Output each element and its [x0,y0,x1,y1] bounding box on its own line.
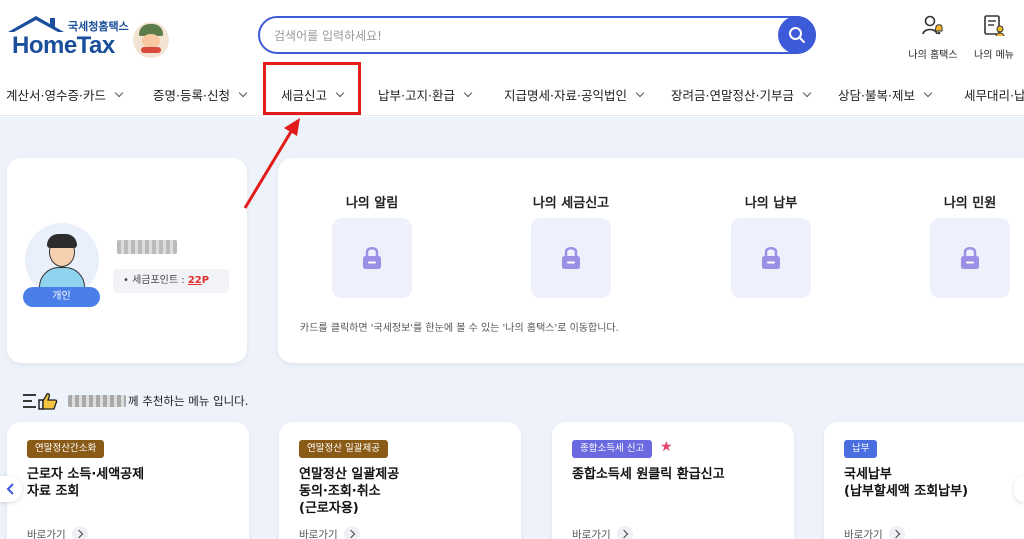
nav-item-label: 납부·고지·환급 [378,87,455,103]
nav-item-label: 증명·등록·신청 [153,87,230,103]
points-label: 세금포인트 : [132,275,188,286]
nav-item-label: 장려금·연말정산·기부금 [671,87,794,103]
card-title: 종합소득세 원클릭 환급신고 [572,467,725,482]
status-tile[interactable] [332,218,412,298]
nav-item-consult-appeal[interactable]: 상담·불복·제보 [838,80,933,108]
card-title: 근로자 소득·세액공제 자료 조회 [27,467,145,499]
card-tag: 종합소득세 신고 [572,440,653,458]
status-tile[interactable] [531,218,611,298]
menu-card-yearend-simplified[interactable]: 연말정산간소화 근로자 소득·세액공제 자료 조회 바로가기 [7,422,249,539]
chevron-down-icon [114,88,124,97]
lock-icon [961,247,979,269]
nav-item-tax-agent[interactable]: 세무대리·납세 [964,80,1024,108]
search-input[interactable] [274,26,754,46]
user-name-blurred [68,395,126,407]
card-tag: 연말정산간소화 [27,440,105,458]
nav-item-label: 계산서·영수증·카드 [6,87,106,103]
nav-item-label: 지급명세·자료·공익법인 [504,87,627,103]
nav-item-invoice-receipt-card[interactable]: 계산서·영수증·카드 [6,80,124,108]
status-my-alerts[interactable]: 나의 알림 [312,158,432,298]
go-label: 바로가기 [572,528,611,539]
my-menu-label: 나의 메뉴 [974,50,1014,61]
highlight-box [263,62,361,115]
status-my-payment[interactable]: 나의 납부 [711,158,831,298]
tax-points[interactable]: • 세금포인트 : 22P [113,269,229,293]
card-tag: 연말정산 일괄제공 [299,440,388,458]
my-hometax-button[interactable]: 나의 홈택스 [903,14,963,61]
points-value: 22 [187,275,202,286]
card-title: 국세납부 (납부할세액 조회납부) [844,467,969,499]
status-title: 나의 납부 [744,196,798,211]
nav-item-label: 세무대리·납세 [964,87,1024,103]
go-link[interactable]: 바로가기 [572,526,633,539]
status-tile[interactable] [930,218,1010,298]
chevron-down-icon [802,88,812,97]
chevron-left-icon [6,483,14,495]
nav-item-payment-statement[interactable]: 지급명세·자료·공익법인 [504,80,645,108]
chevron-right-icon [888,526,905,539]
status-title: 나의 세금신고 [532,196,610,211]
card-title: 연말정산 일괄제공 동의·조회·취소 (근로자용) [299,467,400,516]
recommend-heading-text: 께 추천하는 메뉴 입니다. [128,394,249,408]
menu-card-yearend-bulk[interactable]: 연말정산 일괄제공 연말정산 일괄제공 동의·조회·취소 (근로자용) 바로가기 [279,422,521,539]
nav-item-certificate-registration[interactable]: 증명·등록·신청 [153,80,248,108]
my-hometax-label: 나의 홈택스 [908,50,958,61]
nav-item-payment-refund[interactable]: 납부·고지·환급 [378,80,473,108]
nav-item-label: 상담·불복·제보 [838,87,915,103]
status-note: 카드를 클릭하면 '국세정보'를 한눈에 볼 수 있는 '나의 홈택스'로 이동… [300,323,619,334]
star-icon: ★ [660,439,673,455]
lock-icon [562,247,580,269]
bullet-icon: • [123,275,133,286]
chevron-down-icon [923,88,933,97]
profile-card: 개인 • 세금포인트 : 22P [7,158,247,363]
chevron-right-icon [71,526,88,539]
go-label: 바로가기 [27,528,66,539]
user-name-blurred [117,240,177,254]
lock-icon [363,247,381,269]
go-link[interactable]: 바로가기 [27,526,88,539]
mascot-icon [133,22,169,58]
my-status-card: 나의 알림 나의 세금신고 나의 납부 나의 민원 카드를 클릭하면 '국세정보… [278,158,1024,363]
menu-card-national-tax-payment[interactable]: 납부 국세납부 (납부할세액 조회납부) 바로가기 [824,422,1024,539]
carousel-prev-button[interactable] [0,476,22,502]
status-tile[interactable] [731,218,811,298]
status-my-tax-filing[interactable]: 나의 세금신고 [511,158,631,298]
menu-card-income-tax-refund[interactable]: 종합소득세 신고 ★ 종합소득세 원클릭 환급신고 바로가기 [552,422,794,539]
user-type-badge: 개인 [23,287,100,307]
chevron-down-icon [635,88,645,97]
chevron-down-icon [238,88,248,97]
header: 국세청홈택스 HomeTax 나의 홈택스 [0,0,1024,72]
go-link[interactable]: 바로가기 [299,526,360,539]
user-bell-icon [922,15,943,35]
status-my-civil[interactable]: 나의 민원 [910,158,1024,298]
points-unit: P [201,275,210,286]
search-button[interactable] [778,16,816,54]
main-navigation: 계산서·영수증·카드 증명·등록·신청 세금신고 납부·고지·환급 지급명세·자… [0,72,1024,116]
recommend-heading: 께 추천하는 메뉴 입니다. [22,391,248,411]
carousel-next-button[interactable] [1014,476,1024,502]
go-label: 바로가기 [299,528,338,539]
my-menu-button[interactable]: 나의 메뉴 [964,14,1024,61]
go-link[interactable]: 바로가기 [844,526,905,539]
chevron-down-icon [463,88,473,97]
thumbs-up-list-icon [23,393,58,410]
status-title: 나의 민원 [943,196,997,211]
menu-doc-icon [984,15,1005,37]
nav-item-incentive-yearend[interactable]: 장려금·연말정산·기부금 [671,80,812,108]
card-tag: 납부 [844,440,878,458]
lock-icon [762,247,780,269]
logo-title: HomeTax [12,32,115,59]
avatar [25,223,99,297]
hometax-logo[interactable]: 국세청홈택스 HomeTax [6,14,169,64]
search-bar [258,16,816,54]
search-icon [789,27,805,43]
chevron-right-icon [616,526,633,539]
go-label: 바로가기 [844,528,883,539]
chevron-right-icon [343,526,360,539]
status-title: 나의 알림 [345,196,399,211]
